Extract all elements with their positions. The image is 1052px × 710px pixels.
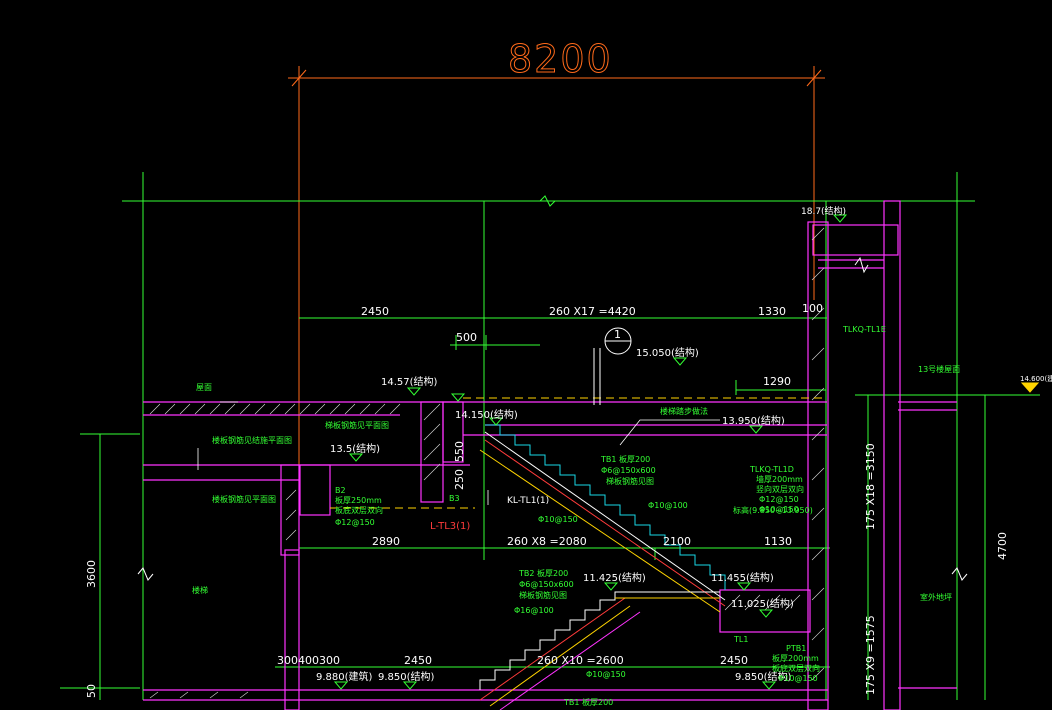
walls bbox=[143, 200, 957, 710]
label-tb2-rebar3: Φ10@150 bbox=[586, 670, 626, 679]
label-tlkq-rebar1: Φ12@150 bbox=[759, 495, 799, 504]
note-roof: 屋面 bbox=[196, 383, 212, 392]
label-tb2-note: 梯板钢筋见图 bbox=[519, 590, 567, 600]
label-rebar-10-100: Φ10@100 bbox=[648, 501, 688, 510]
dim-250: 250 bbox=[453, 469, 466, 490]
label-rebar-10-150: Φ10@150 bbox=[538, 515, 578, 524]
note-slab-1: 楼板钢筋见结施平面图 bbox=[212, 435, 292, 445]
dim-50: 50 bbox=[85, 684, 98, 698]
note-left: 梯板钢筋见平面图 bbox=[325, 420, 389, 430]
dim-2450-top: 2450 bbox=[361, 305, 389, 318]
label-tb1: TB1 板厚200 bbox=[600, 454, 650, 464]
label-tb2-rebar2: Φ16@100 bbox=[514, 606, 554, 615]
elevation-13-950: 13.950(结构) bbox=[722, 414, 785, 427]
label-tlkq: TLKQ-TL1D bbox=[749, 465, 794, 474]
grid-lines bbox=[60, 172, 1040, 700]
elevation-13-5: 13.5(结构) bbox=[330, 442, 380, 455]
dim-2100: 2100 bbox=[663, 535, 691, 548]
dim-100: 100 bbox=[802, 302, 823, 315]
elevation-14-600: 14.600(建 bbox=[1020, 374, 1052, 383]
axis-bubble bbox=[593, 327, 632, 405]
label-b2: B2 bbox=[335, 486, 346, 495]
label-b2-rebar: Φ12@150 bbox=[335, 518, 375, 527]
label-tlkq-top: TLKQ-TL1E bbox=[842, 325, 886, 334]
label-tlkq-thk: 墙厚200mm bbox=[756, 474, 803, 484]
label-b2-thk: 板厚250mm bbox=[335, 495, 382, 505]
note-right-ground: 室外地坪 bbox=[920, 592, 952, 602]
elevation-15-050: 15.050(结构) bbox=[636, 346, 699, 359]
dim-260x8: 260 X8 =2080 bbox=[507, 535, 587, 548]
dim-175x18: 175 X18 =3150 bbox=[864, 443, 877, 530]
dim-4700: 4700 bbox=[996, 532, 1009, 560]
label-b2-note: 板底双层双向 bbox=[335, 505, 383, 515]
elevation-11-455: 11.455(结构) bbox=[711, 571, 774, 584]
dim-3600: 3600 bbox=[85, 560, 98, 588]
overall-dimension-text: 8200 bbox=[508, 37, 613, 81]
dim-500: 500 bbox=[456, 331, 477, 344]
dim-2450-low-left: 2450 bbox=[404, 654, 432, 667]
label-tlkq-note: 竖向双层双向 bbox=[756, 484, 804, 494]
dim-550: 550 bbox=[453, 441, 466, 462]
dim-2890: 2890 bbox=[372, 535, 400, 548]
label-ptb1-rebar: Φ10@150 bbox=[778, 674, 818, 683]
label-tb2: TB2 板厚200 bbox=[518, 568, 568, 578]
note-right-roof: 13号楼屋面 bbox=[918, 364, 960, 374]
elevation-11-425: 11.425(结构) bbox=[583, 571, 646, 584]
dim-1130: 1130 bbox=[764, 535, 792, 548]
note-room: 楼梯 bbox=[192, 585, 208, 595]
note-tread: 楼梯踏步做法 bbox=[660, 406, 708, 416]
elevation-11-025: 11.025(结构) bbox=[731, 597, 794, 610]
label-tb1-rebar: Φ6@150x600 bbox=[601, 466, 656, 475]
dim-260x17: 260 X17 =4420 bbox=[549, 305, 636, 318]
label-tlkq-range: 标高(9.850~13.950) bbox=[733, 505, 813, 515]
elevation-9-880: 9.880(建筑) bbox=[316, 670, 373, 683]
label-ptb1: PTB1 bbox=[786, 644, 806, 653]
elevation-18-7: 18.7(结构) bbox=[801, 205, 846, 217]
dim-300400300: 300400300 bbox=[277, 654, 340, 667]
elevation-14-150: 14.150(结构) bbox=[455, 408, 518, 421]
elevation-14-57: 14.57(结构) bbox=[381, 375, 438, 388]
label-tb1-note: 梯板钢筋见图 bbox=[606, 476, 654, 486]
label-tl3: L-TL3(1) bbox=[430, 521, 470, 532]
label-b3: B3 bbox=[449, 494, 460, 503]
elevation-9-850-left: 9.850(结构) bbox=[378, 670, 435, 683]
label-tb1-lower: TB1 板厚200 bbox=[563, 697, 613, 707]
label-tb2-rebar1: Φ6@150x600 bbox=[519, 580, 574, 589]
hidden-lines bbox=[330, 397, 826, 509]
dim-1330: 1330 bbox=[758, 305, 786, 318]
cad-drawing-canvas[interactable]: 8200 1 2450 260 X17 =4420 1330 100 500 1… bbox=[0, 0, 1052, 710]
axis-number: 1 bbox=[614, 328, 621, 341]
dim-175x9: 175 X9 =1575 bbox=[864, 615, 877, 695]
elevation-markers bbox=[333, 214, 1040, 690]
label-ptb1-note: 板底双层双向 bbox=[772, 663, 820, 673]
label-tl1: TL1 bbox=[733, 635, 748, 644]
label-kl-tl1: KL-TL1(1) bbox=[507, 496, 549, 506]
dim-1290: 1290 bbox=[763, 375, 791, 388]
label-ptb1-thk: 板厚200mm bbox=[772, 653, 819, 663]
note-slab-2: 楼板钢筋见平面图 bbox=[212, 494, 276, 504]
dim-260x10: 260 X10 =2600 bbox=[537, 654, 624, 667]
dim-2450-low-right: 2450 bbox=[720, 654, 748, 667]
hatching bbox=[149, 227, 825, 699]
